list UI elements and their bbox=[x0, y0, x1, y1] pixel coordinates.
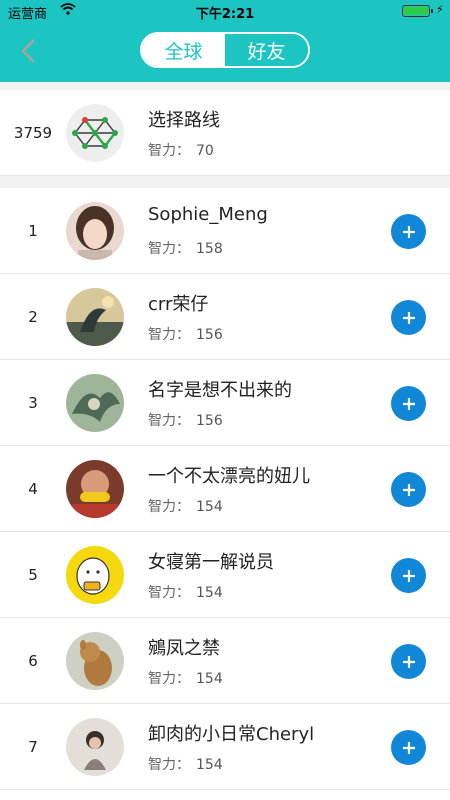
scope-segmented-control: 全球 好友 bbox=[140, 32, 310, 68]
iq-label: 智力： bbox=[148, 757, 190, 773]
iq-score: 智力： 154 bbox=[148, 668, 223, 688]
section-divider bbox=[0, 176, 450, 188]
iq-value: 154 bbox=[196, 499, 223, 515]
iq-label: 智力： bbox=[148, 671, 190, 687]
rank-number: 5 bbox=[28, 566, 38, 584]
user-avatar bbox=[66, 460, 124, 518]
iq-value: 70 bbox=[196, 143, 214, 159]
user-avatar bbox=[66, 632, 124, 690]
iq-value: 154 bbox=[196, 757, 223, 773]
user-avatar bbox=[66, 202, 124, 260]
user-avatar bbox=[66, 288, 124, 346]
add-friend-button[interactable] bbox=[391, 386, 426, 421]
iq-value: 156 bbox=[196, 327, 223, 343]
charging-icon: ⚡ bbox=[436, 3, 444, 16]
iq-score: 智力： 156 bbox=[148, 410, 223, 430]
user-avatar bbox=[66, 546, 124, 604]
add-friend-button[interactable] bbox=[391, 558, 426, 593]
player-name: 名字是想不出来的 bbox=[148, 380, 292, 401]
add-friend-button[interactable] bbox=[391, 472, 426, 507]
my-rank-row[interactable]: 3759 选择路线 智力： 70 bbox=[0, 90, 450, 176]
route-logo-avatar bbox=[66, 104, 124, 162]
leaderboard-row[interactable]: 7 卸肉的小日常Cheryl 智力： 154 bbox=[0, 704, 450, 790]
player-name: 鵷凤之禁 bbox=[148, 638, 220, 659]
plus-icon bbox=[402, 741, 415, 754]
clock-time: 下午2:21 bbox=[195, 7, 255, 22]
add-friend-button[interactable] bbox=[391, 214, 426, 249]
player-name: 选择路线 bbox=[148, 110, 220, 131]
plus-icon bbox=[402, 655, 415, 668]
rank-number: 4 bbox=[28, 480, 38, 498]
iq-label: 智力： bbox=[148, 143, 190, 159]
plus-icon bbox=[402, 483, 415, 496]
iq-score: 智力： 154 bbox=[148, 754, 223, 774]
plus-icon bbox=[402, 225, 415, 238]
rank-number: 3 bbox=[28, 394, 38, 412]
iq-value: 154 bbox=[196, 671, 223, 687]
iq-value: 158 bbox=[196, 241, 223, 257]
user-avatar bbox=[66, 718, 124, 776]
rank-number: 3759 bbox=[13, 124, 53, 142]
leaderboard-row[interactable]: 1 Sophie_Meng 智力： 158 bbox=[0, 188, 450, 274]
section-divider bbox=[0, 82, 450, 90]
player-name: 卸肉的小日常Cheryl bbox=[148, 724, 315, 745]
player-name: Sophie_Meng bbox=[148, 204, 268, 225]
iq-score: 智力： 70 bbox=[148, 140, 214, 160]
plus-icon bbox=[402, 569, 415, 582]
status-bar: 运营商 下午2:21 ⚡ bbox=[0, 0, 450, 22]
player-name: crr荣仔 bbox=[148, 294, 209, 315]
tab-friends[interactable]: 好友 bbox=[225, 34, 308, 66]
iq-value: 154 bbox=[196, 585, 223, 601]
iq-value: 156 bbox=[196, 413, 223, 429]
battery-icon bbox=[402, 5, 430, 17]
iq-score: 智力： 156 bbox=[148, 324, 223, 344]
leaderboard-row[interactable]: 2 crr荣仔 智力： 156 bbox=[0, 274, 450, 360]
battery-tip bbox=[431, 9, 433, 13]
header-bar: 运营商 下午2:21 ⚡ 全球 好友 bbox=[0, 0, 450, 82]
player-name: 一个不太漂亮的妞儿 bbox=[148, 466, 310, 487]
user-avatar bbox=[66, 374, 124, 432]
iq-label: 智力： bbox=[148, 499, 190, 515]
plus-icon bbox=[402, 397, 415, 410]
iq-score: 智力： 154 bbox=[148, 496, 223, 516]
iq-label: 智力： bbox=[148, 327, 190, 343]
leaderboard-row[interactable]: 6 鵷凤之禁 智力： 154 bbox=[0, 618, 450, 704]
rank-number: 6 bbox=[28, 652, 38, 670]
tab-global[interactable]: 全球 bbox=[142, 34, 225, 66]
back-button[interactable] bbox=[14, 36, 42, 66]
plus-icon bbox=[402, 311, 415, 324]
add-friend-button[interactable] bbox=[391, 300, 426, 335]
rank-number: 1 bbox=[28, 222, 38, 240]
add-friend-button[interactable] bbox=[391, 730, 426, 765]
iq-label: 智力： bbox=[148, 241, 190, 257]
rank-number: 7 bbox=[28, 738, 38, 756]
iq-score: 智力： 154 bbox=[148, 582, 223, 602]
iq-score: 智力： 158 bbox=[148, 238, 223, 258]
iq-label: 智力： bbox=[148, 585, 190, 601]
leaderboard-row[interactable]: 4 一个不太漂亮的妞儿 智力： 154 bbox=[0, 446, 450, 532]
iq-label: 智力： bbox=[148, 413, 190, 429]
player-name: 女寝第一解说员 bbox=[148, 552, 274, 573]
leaderboard-row[interactable]: 3 名字是想不出来的 智力： 156 bbox=[0, 360, 450, 446]
rank-number: 2 bbox=[28, 308, 38, 326]
leaderboard-row[interactable]: 5 女寝第一解说员 智力： 154 bbox=[0, 532, 450, 618]
add-friend-button[interactable] bbox=[391, 644, 426, 679]
